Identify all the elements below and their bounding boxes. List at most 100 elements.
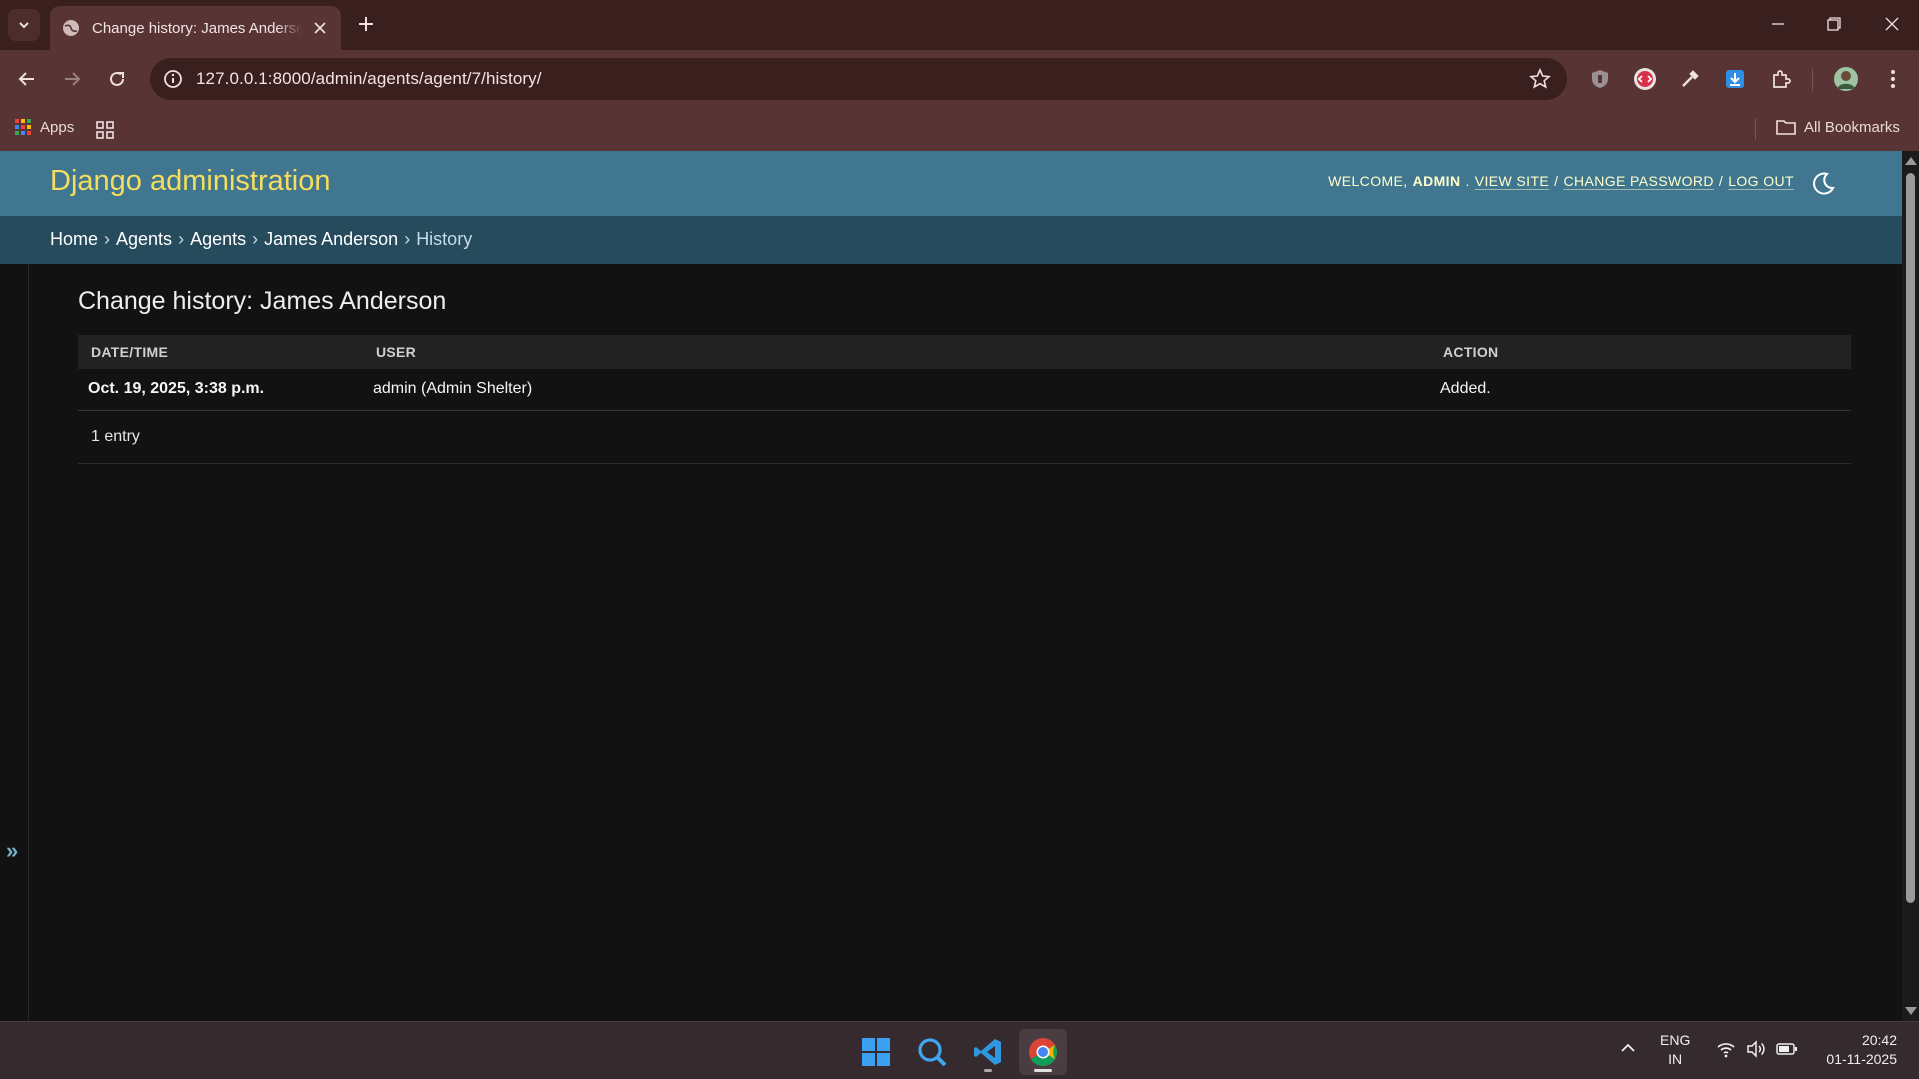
scrollbar-thumb[interactable] [1906,173,1915,903]
all-bookmarks-label: All Bookmarks [1804,118,1900,136]
table-header-row: DATE/TIME USER ACTION [78,335,1851,369]
table-row: Oct. 19, 2025, 3:38 p.m. admin (Admin Sh… [78,369,1851,410]
eyedropper-extension-icon[interactable] [1676,65,1704,93]
paginator: 1 entry [78,410,1851,464]
breadcrumb-app[interactable]: Agents [116,229,172,251]
folder-icon [1776,120,1796,135]
restore-icon [1827,17,1841,31]
bookmark-apps[interactable]: Apps [14,118,74,136]
windows-logo-icon [862,1038,890,1066]
reload-button[interactable] [101,63,133,95]
reload-icon [110,71,124,86]
system-tray[interactable] [1716,1040,1798,1058]
chevron-up-icon [1621,1043,1635,1052]
browser-toolbar: 127.0.0.1:8000/admin/agents/agent/7/hist… [0,50,1919,108]
plus-icon [359,17,373,31]
breadcrumb-separator: › [404,229,411,249]
taskbar-chrome-button[interactable] [1019,1029,1067,1075]
separator: / [1554,173,1559,189]
show-hidden-icons-button[interactable] [1620,1040,1636,1061]
minimize-button[interactable] [1758,9,1798,39]
username: ADMIN [1412,173,1461,189]
bookmarks-bar: Apps All Bookmarks [0,108,1919,151]
chrome-icon [1029,1038,1057,1066]
bookmarks-separator [1755,118,1756,140]
download-extension-icon[interactable] [1721,65,1749,93]
cell-user: admin (Admin Shelter) [373,380,533,398]
scroll-down-arrow-icon[interactable] [1905,1007,1917,1015]
breadcrumb-home[interactable]: Home [50,229,98,251]
main-content: Change history: James Anderson DATE/TIME… [78,264,1851,464]
url-text[interactable]: 127.0.0.1:8000/admin/agents/agent/7/hist… [196,69,542,89]
running-indicator [984,1069,992,1072]
all-bookmarks-button[interactable]: All Bookmarks [1776,118,1900,136]
code-extension-icon[interactable] [1631,65,1659,93]
change-password-link[interactable]: CHANGE PASSWORD [1563,173,1713,189]
admin-header: Django administration WELCOME, ADMIN. VI… [0,151,1902,216]
breadcrumb: Home › Agents › Agents › James Anderson … [0,216,1902,264]
region-code: IN [1668,1051,1683,1067]
arrow-right-icon [65,72,81,86]
clock[interactable]: 20:42 01-11-2025 [1815,1031,1897,1069]
scroll-up-arrow-icon[interactable] [1905,157,1917,165]
breadcrumb-object[interactable]: James Anderson [264,229,398,251]
active-indicator [1034,1069,1052,1072]
period: . [1465,173,1470,189]
vscode-icon [974,1039,1001,1065]
page-title: Change history: James Anderson [78,287,447,315]
history-table: DATE/TIME USER ACTION Oct. 19, 2025, 3:3… [78,335,1851,411]
site-info-icon[interactable] [162,68,184,90]
welcome-text: WELCOME, [1328,173,1408,189]
language-indicator[interactable]: ENG IN [1660,1031,1690,1069]
moon-icon [1813,172,1835,195]
taskbar-search-button[interactable] [908,1029,956,1075]
new-tab-button[interactable] [353,11,379,37]
clock-time: 20:42 [1861,1032,1897,1048]
taskbar-vscode-button[interactable] [964,1029,1012,1075]
separator: / [1718,173,1724,189]
tab-groups-icon[interactable] [95,120,115,145]
profile-avatar[interactable] [1832,65,1860,93]
start-button[interactable] [852,1029,900,1075]
cell-action: Added. [1440,380,1491,398]
apps-grid-icon [15,119,31,135]
shield-extension-icon[interactable] [1586,65,1614,93]
site-branding[interactable]: Django administration [50,165,330,198]
cell-datetime: Oct. 19, 2025, 3:38 p.m. [88,380,265,398]
toolbar-separator [1812,69,1813,91]
theme-toggle-button[interactable] [1808,169,1838,199]
column-header-action: ACTION [1443,344,1499,360]
restore-button[interactable] [1814,9,1854,39]
column-header-user: USER [376,344,417,360]
forward-button[interactable] [56,63,88,95]
breadcrumb-separator: › [104,229,111,249]
search-icon [918,1038,947,1067]
volume-icon [1747,1040,1765,1058]
sidebar-toggle-button[interactable]: » [6,838,18,864]
tab-title: Change history: James Anderson [92,19,302,37]
extensions-puzzle-icon[interactable] [1767,65,1795,93]
bookmark-star-icon[interactable] [1529,68,1551,90]
minimize-icon [1772,23,1784,25]
user-tools: WELCOME, ADMIN. VIEW SITE / CHANGE PASSW… [1328,173,1794,189]
os-taskbar: ENG IN 20:42 01-11-2025 [0,1021,1919,1079]
nav-sidebar-collapsed: » [0,264,29,1021]
breadcrumb-separator: › [178,229,185,249]
close-tab-icon[interactable] [311,19,329,37]
close-window-button[interactable] [1872,9,1912,39]
wifi-icon [1717,1043,1735,1058]
breadcrumb-current: History [416,229,473,249]
view-site-link[interactable]: VIEW SITE [1475,173,1549,189]
close-icon [1885,17,1899,31]
page-scrollbar[interactable] [1902,151,1919,1021]
breadcrumb-model[interactable]: Agents [190,229,246,251]
address-bar[interactable]: 127.0.0.1:8000/admin/agents/agent/7/hist… [150,58,1567,100]
browser-tab-active[interactable]: Change history: James Anderson [50,6,341,50]
back-button[interactable] [11,63,43,95]
language-code: ENG [1660,1032,1691,1048]
browser-menu-icon[interactable] [1879,65,1907,93]
page-viewport: Django administration WELCOME, ADMIN. VI… [0,151,1902,1021]
log-out-link[interactable]: LOG OUT [1728,173,1794,189]
tab-search-button[interactable] [8,9,40,41]
browser-tab-strip: Change history: James Anderson [0,0,1919,50]
